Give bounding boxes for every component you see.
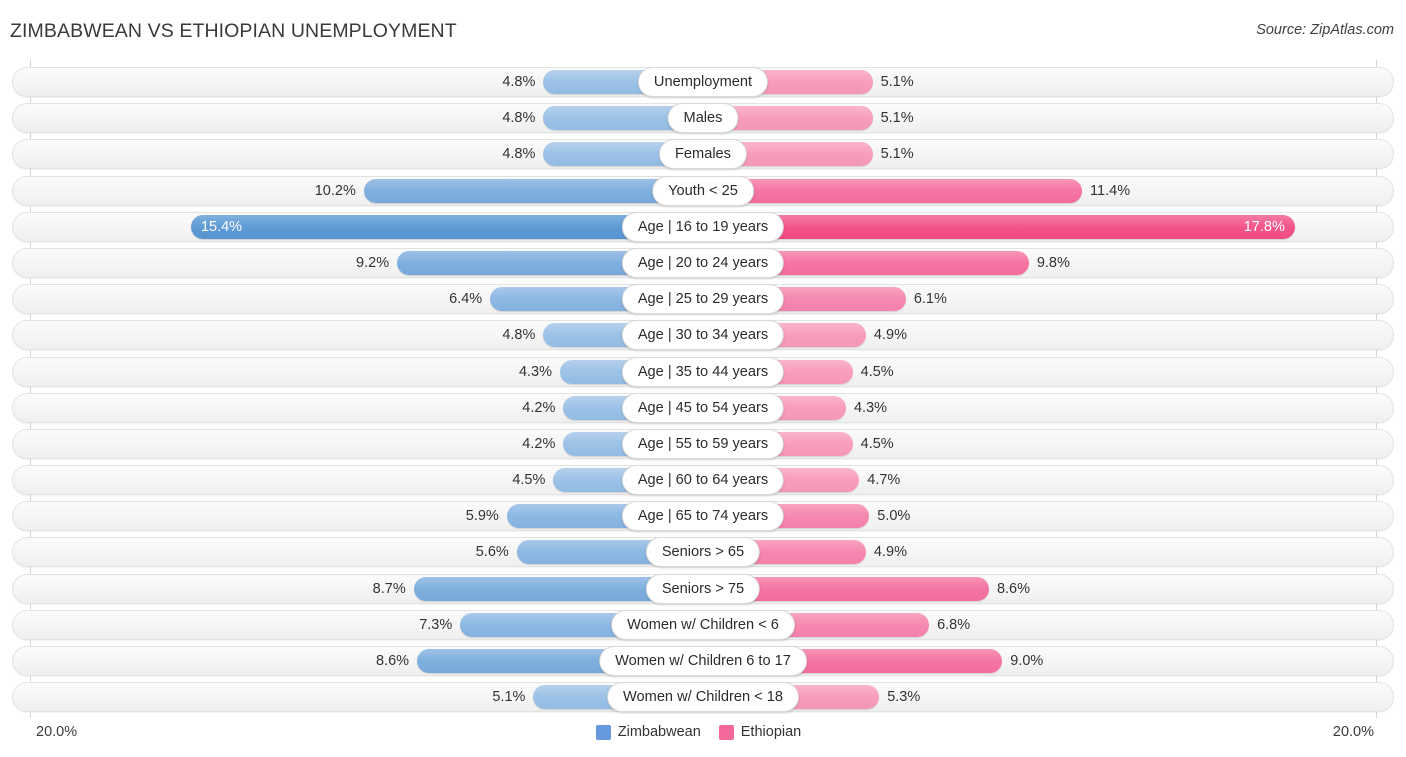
- category-label[interactable]: Age | 30 to 34 years: [621, 320, 785, 351]
- chart-footer: 20.0% 20.0% Zimbabwean Ethiopian: [0, 718, 1406, 757]
- bar-row[interactable]: 4.8% 5.1% Females: [12, 136, 1394, 172]
- value-label-zimbabwean: 4.3%: [518, 363, 553, 380]
- value-label-ethiopian: 9.0%: [1010, 653, 1044, 669]
- value-label-ethiopian: 5.0%: [877, 508, 911, 525]
- bar-row[interactable]: 9.2% 9.8% Age | 20 to 24 years: [12, 245, 1394, 281]
- value-label-ethiopian: 4.9%: [873, 327, 907, 344]
- value-label-ethiopian: 17.8%: [1243, 218, 1285, 235]
- legend-swatch-icon: [718, 724, 734, 740]
- category-label[interactable]: Seniors > 75: [645, 573, 761, 604]
- category-label[interactable]: Females: [659, 139, 747, 170]
- category-label[interactable]: Unemployment: [637, 67, 769, 97]
- bar-row[interactable]: 5.1% 5.3% Women w/ Children < 18: [12, 679, 1394, 715]
- value-label-zimbabwean: 4.8%: [502, 74, 536, 90]
- source-attribution: Source: ZipAtlas.com: [1256, 22, 1394, 38]
- category-label[interactable]: Women w/ Children 6 to 17: [599, 646, 807, 676]
- legend-label: Ethiopian: [740, 724, 802, 740]
- value-label-zimbabwean: 4.5%: [512, 472, 546, 489]
- value-label-zimbabwean: 7.3%: [419, 616, 453, 633]
- value-label-zimbabwean: 4.8%: [502, 327, 536, 344]
- category-label[interactable]: Age | 25 to 29 years: [621, 284, 785, 315]
- value-label-ethiopian: 5.1%: [880, 146, 914, 163]
- category-label[interactable]: Seniors > 65: [645, 537, 761, 568]
- category-label[interactable]: Youth < 25: [652, 175, 754, 206]
- value-label-ethiopian: 4.3%: [853, 399, 888, 416]
- value-label-zimbabwean: 4.2%: [522, 399, 556, 416]
- category-label[interactable]: Males: [667, 103, 739, 134]
- value-label-ethiopian: 6.1%: [913, 291, 947, 308]
- value-label-zimbabwean: 5.9%: [465, 508, 499, 525]
- plot-area: 4.8% 5.1% Unemployment 4.8% 5.1% Males 4.8% 5.1…: [0, 60, 1406, 718]
- value-label-ethiopian: 4.5%: [860, 435, 894, 452]
- value-label-ethiopian: 5.1%: [880, 74, 914, 90]
- value-label-ethiopian: 4.9%: [873, 544, 907, 561]
- value-label-zimbabwean: 5.6%: [475, 544, 509, 561]
- value-label-zimbabwean: 8.6%: [375, 653, 410, 669]
- value-label-zimbabwean: 15.4%: [200, 218, 243, 235]
- bar-row[interactable]: 10.2% 11.4% Youth < 25: [12, 173, 1394, 209]
- value-label-zimbabwean: 4.8%: [502, 146, 536, 163]
- legend-item-zimbabwean[interactable]: Zimbabwean: [595, 724, 701, 740]
- value-label-ethiopian: 4.5%: [860, 363, 894, 380]
- bar-row[interactable]: 4.2% 4.5% Age | 55 to 59 years: [12, 426, 1394, 462]
- bar-row[interactable]: 7.3% 6.8% Women w/ Children < 6: [12, 607, 1394, 643]
- category-label[interactable]: Age | 20 to 24 years: [621, 247, 785, 278]
- value-label-ethiopian: 11.4%: [1090, 182, 1131, 199]
- category-label[interactable]: Age | 35 to 44 years: [621, 356, 785, 387]
- value-label-zimbabwean: 8.7%: [372, 580, 406, 597]
- bar-row[interactable]: 8.6% 9.0% Women w/ Children 6 to 17: [12, 643, 1394, 679]
- category-label[interactable]: Age | 45 to 54 years: [621, 392, 785, 423]
- value-label-ethiopian: 5.3%: [887, 689, 921, 706]
- legend-item-ethiopian[interactable]: Ethiopian: [718, 724, 802, 740]
- value-label-zimbabwean: 9.2%: [356, 254, 390, 271]
- value-label-zimbabwean: 4.8%: [502, 110, 536, 127]
- bar-row[interactable]: 15.4% 17.8% Age | 16 to 19 years: [12, 209, 1394, 245]
- bar-ethiopian[interactable]: [703, 178, 1083, 203]
- category-label[interactable]: Age | 16 to 19 years: [621, 211, 785, 242]
- category-label[interactable]: Women w/ Children < 6: [611, 609, 795, 640]
- category-label[interactable]: Age | 65 to 74 years: [621, 501, 785, 532]
- value-label-zimbabwean: 4.2%: [522, 435, 556, 452]
- page-title: ZIMBABWEAN VS ETHIOPIAN UNEMPLOYMENT: [10, 20, 457, 42]
- bar-row[interactable]: 5.6% 4.9% Seniors > 65: [12, 534, 1394, 570]
- bar-row[interactable]: 4.8% 5.1% Males: [12, 100, 1394, 136]
- bar-row[interactable]: 8.7% 8.6% Seniors > 75: [12, 571, 1394, 607]
- bar-row[interactable]: 4.8% 5.1% Unemployment: [12, 64, 1394, 100]
- legend-swatch-icon: [595, 724, 611, 740]
- category-label[interactable]: Women w/ Children < 18: [607, 682, 799, 713]
- value-label-ethiopian: 6.8%: [937, 616, 971, 633]
- legend-label: Zimbabwean: [617, 724, 701, 740]
- value-label-ethiopian: 9.8%: [1036, 254, 1070, 271]
- value-label-ethiopian: 5.1%: [880, 110, 914, 127]
- value-label-ethiopian: 8.6%: [996, 580, 1030, 597]
- value-label-zimbabwean: 10.2%: [314, 182, 356, 199]
- bar-row[interactable]: 5.9% 5.0% Age | 65 to 74 years: [12, 498, 1394, 534]
- bar-rows: 4.8% 5.1% Unemployment 4.8% 5.1% Males 4.8% 5.1…: [12, 64, 1394, 715]
- bar-row[interactable]: 4.2% 4.3% Age | 45 to 54 years: [12, 390, 1394, 426]
- legend: Zimbabwean Ethiopian: [0, 724, 1406, 740]
- category-label[interactable]: Age | 55 to 59 years: [621, 428, 785, 459]
- value-label-zimbabwean: 5.1%: [492, 689, 526, 706]
- bar-row[interactable]: 6.4% 6.1% Age | 25 to 29 years: [12, 281, 1394, 317]
- bar-row[interactable]: 4.5% 4.7% Age | 60 to 64 years: [12, 462, 1394, 498]
- value-label-zimbabwean: 6.4%: [449, 291, 483, 308]
- category-label[interactable]: Age | 60 to 64 years: [621, 465, 785, 496]
- chart-page: ZIMBABWEAN VS ETHIOPIAN UNEMPLOYMENT Sou…: [0, 0, 1406, 757]
- bar-row[interactable]: 4.3% 4.5% Age | 35 to 44 years: [12, 354, 1394, 390]
- bar-row[interactable]: 4.8% 4.9% Age | 30 to 34 years: [12, 317, 1394, 353]
- value-label-ethiopian: 4.7%: [867, 472, 901, 489]
